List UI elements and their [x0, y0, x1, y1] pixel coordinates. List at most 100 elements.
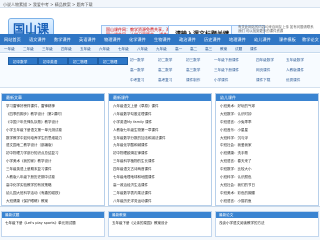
- list-item[interactable]: 小班健康：洗手歌: [220, 151, 316, 159]
- nav-item[interactable]: 教学论文: [302, 37, 319, 43]
- list-item[interactable]: 高一政治经济生活课件: [113, 183, 209, 191]
- nav-item[interactable]: 语文课件: [29, 37, 46, 43]
- footer-box-text[interactable]: 五年级下册《父亲的菜园》教案设计: [112, 221, 168, 226]
- list-item[interactable]: 二年级数学表内乘法课件: [113, 191, 209, 199]
- list-item[interactable]: 中班数学：比较大小: [220, 167, 316, 175]
- subnav-item[interactable]: 一年级: [4, 47, 15, 52]
- list-item[interactable]: 《中国少年先锋队队歌》教学设计: [6, 120, 102, 128]
- grade-tab[interactable]: 初二物理: [68, 57, 98, 65]
- list-item[interactable]: 六年级语文上册《草原》课件: [113, 104, 209, 112]
- filter-link[interactable]: 网页课件: [256, 68, 270, 73]
- subnav-item[interactable]: 三年级: [42, 47, 53, 52]
- filter-link[interactable]: 高考复习: [158, 78, 172, 83]
- nav-item[interactable]: 地理课件: [229, 37, 246, 43]
- list-item[interactable]: 人教版八年级下册历史期中试卷: [6, 175, 102, 183]
- list-item[interactable]: 五年级数学分数的加法和减法课件: [113, 136, 209, 144]
- subnav-item[interactable]: 四年级: [61, 47, 72, 52]
- courseware-list: 六年级语文上册《草原》课件 八年级数学勾股定理课件 小学英语My family …: [113, 104, 209, 207]
- filter-link[interactable]: 一年级下册课件: [214, 58, 239, 63]
- filter-link[interactable]: 高二数学: [158, 68, 172, 73]
- list-item[interactable]: 九年级化学酸和碱课件: [113, 143, 209, 151]
- list-item[interactable]: 三年级科学植物的生长课件: [113, 159, 209, 167]
- panel-header: 幼儿课件: [216, 94, 318, 101]
- list-item[interactable]: 小班音乐：小星星: [220, 128, 316, 136]
- subnav-item[interactable]: 教案: [220, 47, 227, 52]
- nav-item[interactable]: 生物课件: [154, 37, 171, 43]
- filter-link[interactable]: 五年级数学: [286, 58, 304, 63]
- list-item[interactable]: 七年级地理地球和地图课件: [113, 175, 209, 183]
- subnav-item[interactable]: 六年级: [99, 47, 110, 52]
- list-item[interactable]: 小学英语My family 课件: [113, 120, 209, 128]
- site-header: 国山课件 www.5ks.com 国山课件网：教学资源免费共享，海量优质课件下载…: [0, 8, 320, 53]
- list-item[interactable]: 中班社会：我爱我家: [220, 143, 316, 151]
- filter-link[interactable]: 中考复习: [130, 78, 144, 83]
- subnav-item[interactable]: 试题: [235, 47, 242, 52]
- footer-box-text[interactable]: 七年级下册《Let's play sports》单元测试题: [5, 221, 76, 226]
- panel-title: 最新文章: [6, 95, 22, 100]
- list-item[interactable]: 学习雷锋好榜样课件，雷锋精神: [6, 104, 102, 112]
- list-item[interactable]: 三年级英语上册期末复习课件: [6, 167, 102, 175]
- filter-link[interactable]: 三年级下册课件: [214, 68, 239, 73]
- top-links[interactable]: 小说人物素描 > 我爱中考 > 精品教案 > 题库下载: [3, 2, 93, 8]
- subnav-item[interactable]: 九年级: [156, 47, 167, 52]
- list-item[interactable]: 大班科学：沉与浮: [220, 136, 316, 144]
- subnav-item[interactable]: 高二: [190, 47, 197, 52]
- nav-item[interactable]: 物理课件: [104, 37, 121, 43]
- subnav-item[interactable]: 八年级: [137, 47, 148, 52]
- grade-tab[interactable]: 初二物理: [98, 57, 128, 65]
- footer-box: 最新教案 五年级下册《父亲的菜园》教案设计: [108, 211, 212, 237]
- filter-link[interactable]: 初一数学: [130, 58, 144, 63]
- nav-item[interactable]: 历史课件: [204, 37, 221, 43]
- subnav-item[interactable]: 五年级: [80, 47, 91, 52]
- panel-header: 最新课件: [109, 94, 211, 101]
- subnav-item[interactable]: 高一: [175, 47, 182, 52]
- filter-link[interactable]: 人教版课件: [286, 68, 304, 73]
- list-item[interactable]: 四年级语文古诗两首课件: [113, 167, 209, 175]
- list-item[interactable]: 小班科学：认识颜色: [220, 175, 316, 183]
- filter-link[interactable]: 初二数学: [158, 58, 172, 63]
- grade-tab[interactable]: 初中数学: [8, 57, 38, 65]
- nav-item[interactable]: 网站首页: [4, 37, 21, 43]
- filter-link[interactable]: 高一数学: [130, 68, 144, 73]
- list-item[interactable]: 小学五年级下册语文第一单元测试卷: [6, 128, 102, 136]
- list-item[interactable]: 大班社会：我们的节日: [220, 183, 316, 191]
- grade-tab-label: 初二物理: [103, 60, 118, 64]
- list-item[interactable]: 《四季的脚步》教学设计（第2课时）: [6, 112, 102, 120]
- nav-item[interactable]: 幼儿课件: [254, 37, 271, 43]
- filter-link[interactable]: 初三数学: [186, 58, 200, 63]
- list-item[interactable]: 语文园地二教学设计（部编版）: [6, 143, 102, 151]
- subnav-item[interactable]: 七年级: [118, 47, 129, 52]
- list-item[interactable]: 大班语言：春天来了: [220, 159, 316, 167]
- filter-link[interactable]: 四年级数学: [256, 58, 274, 63]
- filter-link[interactable]: 优秀课件: [286, 78, 300, 83]
- subnav-item[interactable]: 高三: [205, 47, 212, 52]
- list-item[interactable]: 八年级数学勾股定理课件: [113, 112, 209, 120]
- list-item[interactable]: 幼儿园大班科学活动《有趣的磁铁》: [6, 191, 102, 199]
- list-item[interactable]: 中班美术：彩色的蝴蝶: [220, 191, 316, 199]
- filter-link[interactable]: 课件制作: [186, 78, 200, 83]
- list-item[interactable]: 人教版七年级生物第一章课件: [113, 128, 209, 136]
- nav-item[interactable]: 数学课件: [54, 37, 71, 43]
- nav-item[interactable]: 英语课件: [79, 37, 96, 43]
- list-item[interactable]: 小班美术：好玩的气球: [220, 104, 316, 112]
- subnav-item[interactable]: 二年级: [23, 47, 34, 52]
- kids-list: 小班美术：好玩的气球 大班数学：认识时钟 中班语言：小兔乖乖 小班音乐：小星星 …: [220, 104, 316, 207]
- list-item[interactable]: 中班语言：小兔乖乖: [220, 120, 316, 128]
- subnav-item[interactable]: 课件: [250, 47, 257, 52]
- grade-tab[interactable]: 初中英语: [38, 57, 68, 65]
- footer-box-text[interactable]: 浅谈小学语文阅读教学的方法: [219, 221, 265, 226]
- list-item[interactable]: 大班数学：认识时钟: [220, 112, 316, 120]
- filter-link[interactable]: 课件下载: [256, 78, 270, 83]
- nav-item[interactable]: 课件模板: [279, 37, 296, 43]
- footer-box-header: 最新论文: [216, 212, 318, 218]
- list-item[interactable]: 初中物理力学部分知识点总结复习: [6, 151, 102, 159]
- nav-item[interactable]: 化学课件: [129, 37, 146, 43]
- list-item[interactable]: 小学美术《我的家》教学设计: [6, 159, 102, 167]
- nav-item[interactable]: 政治课件: [179, 37, 196, 43]
- filter-link[interactable]: 高三数学: [186, 68, 200, 73]
- sub-nav: 一年级 二年级 三年级 四年级 五年级 六年级 七年级 八年级 九年级 高一 高…: [0, 45, 320, 53]
- list-item[interactable]: 高中化学实验教学的有效策略: [6, 183, 102, 191]
- list-item[interactable]: 初中物理欧姆定律课件: [113, 151, 209, 159]
- filter-link[interactable]: 小学课件: [214, 78, 228, 83]
- list-item[interactable]: 数学教学中如何培养学生的思维能力: [6, 136, 102, 144]
